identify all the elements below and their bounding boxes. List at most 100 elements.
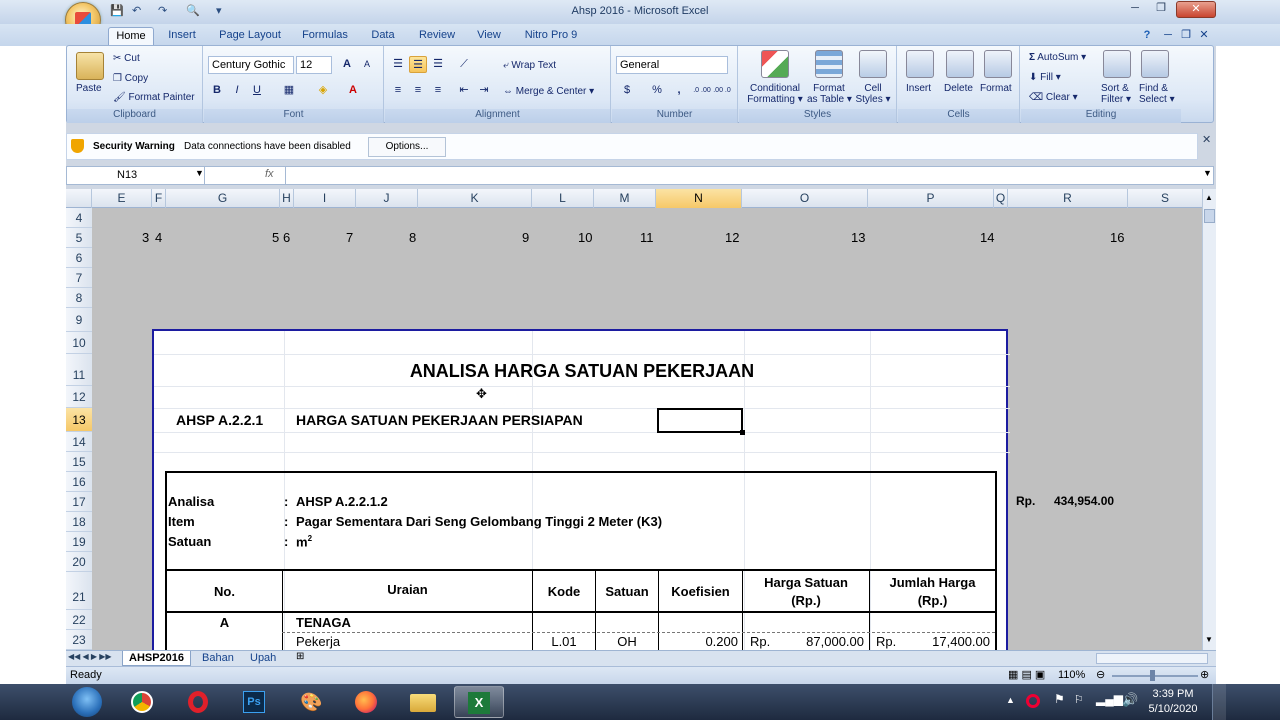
column-header[interactable]: J [356,189,418,208]
options-button[interactable]: Options... [368,137,446,157]
delete-cells-icon[interactable] [946,50,974,78]
taskbar-opera[interactable] [174,686,224,718]
cell-value[interactable]: 5 [272,230,279,245]
row-header[interactable]: 6 [66,248,92,268]
column-header[interactable]: L [532,189,594,208]
zoom-level[interactable]: 110% [1058,669,1085,681]
font-name-select[interactable]: Century Gothic [208,56,294,74]
zoom-in-icon[interactable]: ⊕ [1200,668,1209,681]
taskbar-chrome[interactable] [118,686,168,718]
cell-value[interactable]: 13 [851,230,865,245]
percent-button[interactable]: % [648,82,666,99]
zoom-out-icon[interactable]: ⊖ [1096,668,1105,681]
column-header[interactable]: P [868,189,994,208]
tab-insert[interactable]: Insert [160,27,204,46]
scroll-down-icon[interactable]: ▼ [1205,635,1213,644]
tray-opera-icon[interactable] [1026,694,1040,708]
cell-value[interactable]: 4 [155,230,162,245]
tray-flag-icon[interactable]: ⚐ [1074,693,1084,706]
delete-cells-button[interactable]: Delete [944,83,973,94]
cell-value[interactable]: 16 [1110,230,1124,245]
format-painter-button[interactable]: 🖌 Format Painter [113,92,195,103]
paste-button[interactable]: Paste [76,83,102,94]
clear-button[interactable]: ⌫ Clear ▾ [1029,92,1078,103]
header-jumlah-unit[interactable]: (Rp.) [870,593,995,608]
align-right-icon[interactable]: ≡ [429,82,447,99]
header-no[interactable]: No. [167,584,282,599]
row-header[interactable]: 11 [66,354,92,386]
help-icon[interactable]: ? [1140,27,1154,46]
row-header-selected[interactable]: 13 [66,408,92,432]
tab-review[interactable]: Review [412,27,462,46]
cell-value[interactable]: 14 [980,230,994,245]
format-as-table-button[interactable]: Format as Table ▾ [807,83,852,105]
copy-button[interactable]: ❐ Copy [113,73,148,84]
taskbar-paint[interactable]: 🎨 [286,686,336,718]
italic-button[interactable]: I [228,82,246,99]
sheet-title[interactable]: ANALISA HARGA SATUAN PEKERJAAN [154,361,1010,382]
column-header[interactable]: E [92,189,152,208]
cell-value[interactable]: 12 [725,230,739,245]
number-format-select[interactable]: General [616,56,728,74]
comma-button[interactable]: , [670,82,688,99]
volume-icon[interactable]: 🔊 [1122,692,1138,708]
pekerja-koefisien[interactable]: 0.200 [659,634,738,649]
item-value[interactable]: Pagar Sementara Dari Seng Gelombang Ting… [296,514,662,529]
tab-page-layout[interactable]: Page Layout [214,27,286,46]
doc-close-button[interactable]: ✕ [1196,27,1212,46]
total-value[interactable]: 434,954.00 [1054,494,1114,508]
font-size-select[interactable]: 12 [296,56,332,74]
zoom-slider-thumb[interactable] [1150,670,1155,681]
show-desktop-button[interactable] [1212,684,1226,720]
row-header[interactable]: 23 [66,630,92,650]
pekerja-harga[interactable]: 87,000.00 [774,634,864,649]
header-jumlah-harga[interactable]: Jumlah Harga [870,575,995,590]
increase-indent-icon[interactable]: ⇥ [475,82,493,99]
doc-minimize-button[interactable]: ─ [1160,27,1176,46]
row-a-no[interactable]: A [167,615,282,630]
column-header[interactable]: Q [994,189,1008,208]
header-harga-unit[interactable]: (Rp.) [743,593,869,608]
conditional-formatting-button[interactable]: Conditional Formatting ▾ [745,83,805,105]
underline-button[interactable]: U [248,82,266,99]
redo-icon[interactable]: ↷ [158,4,167,17]
scroll-thumb[interactable] [1204,209,1215,223]
fill-handle[interactable] [740,430,745,435]
restore-button[interactable]: ❐ [1148,1,1174,18]
pekerja-uraian[interactable]: Pekerja [296,634,340,649]
name-box-dropdown-icon[interactable]: ▼ [195,168,204,178]
cell-styles-button[interactable]: Cell Styles ▾ [853,83,893,105]
taskbar-photoshop[interactable]: Ps [230,686,280,718]
cell-value[interactable]: 6 [283,230,290,245]
grow-font-button[interactable]: A [338,56,356,73]
satuan-value[interactable]: m2 [296,534,312,549]
header-uraian[interactable]: Uraian [283,582,532,597]
close-button[interactable]: ✕ [1176,1,1216,18]
bold-button[interactable]: B [208,82,226,99]
insert-cells-button[interactable]: Insert [906,83,931,94]
sheet-nav-icon[interactable]: ◀◀ ◀ ▶ ▶▶ [68,652,112,661]
row-header[interactable]: 18 [66,512,92,532]
column-header[interactable]: F [152,189,166,208]
column-header[interactable]: G [166,189,280,208]
fill-button[interactable]: ⬇ Fill ▾ [1029,72,1061,83]
clock-time[interactable]: 3:39 PM [1146,688,1200,700]
row-header[interactable]: 17 [66,492,92,512]
cell-value[interactable]: 7 [346,230,353,245]
cut-button[interactable]: ✂ Cut [113,53,140,64]
header-koefisien[interactable]: Koefisien [659,584,742,599]
find-select-button[interactable]: Find & Select ▾ [1139,83,1175,105]
header-satuan[interactable]: Satuan [596,584,658,599]
borders-icon[interactable]: ▦ [280,82,298,99]
find-select-icon[interactable] [1141,50,1169,78]
cell-value[interactable]: 8 [409,230,416,245]
sheet-tab-ahsp2016[interactable]: AHSP2016 [122,651,192,666]
ahsp-code[interactable]: AHSP A.2.2.1 [176,412,263,428]
column-header-selected[interactable]: N [656,189,742,208]
increase-decimal-button[interactable]: .0 .00 [692,82,712,99]
row-header[interactable]: 16 [66,472,92,492]
align-bottom-icon[interactable]: ☰ [429,56,447,73]
row-header[interactable]: 9 [66,308,92,332]
taskbar-explorer[interactable] [398,686,448,718]
sheet-tab-bahan[interactable]: Bahan [196,651,240,666]
